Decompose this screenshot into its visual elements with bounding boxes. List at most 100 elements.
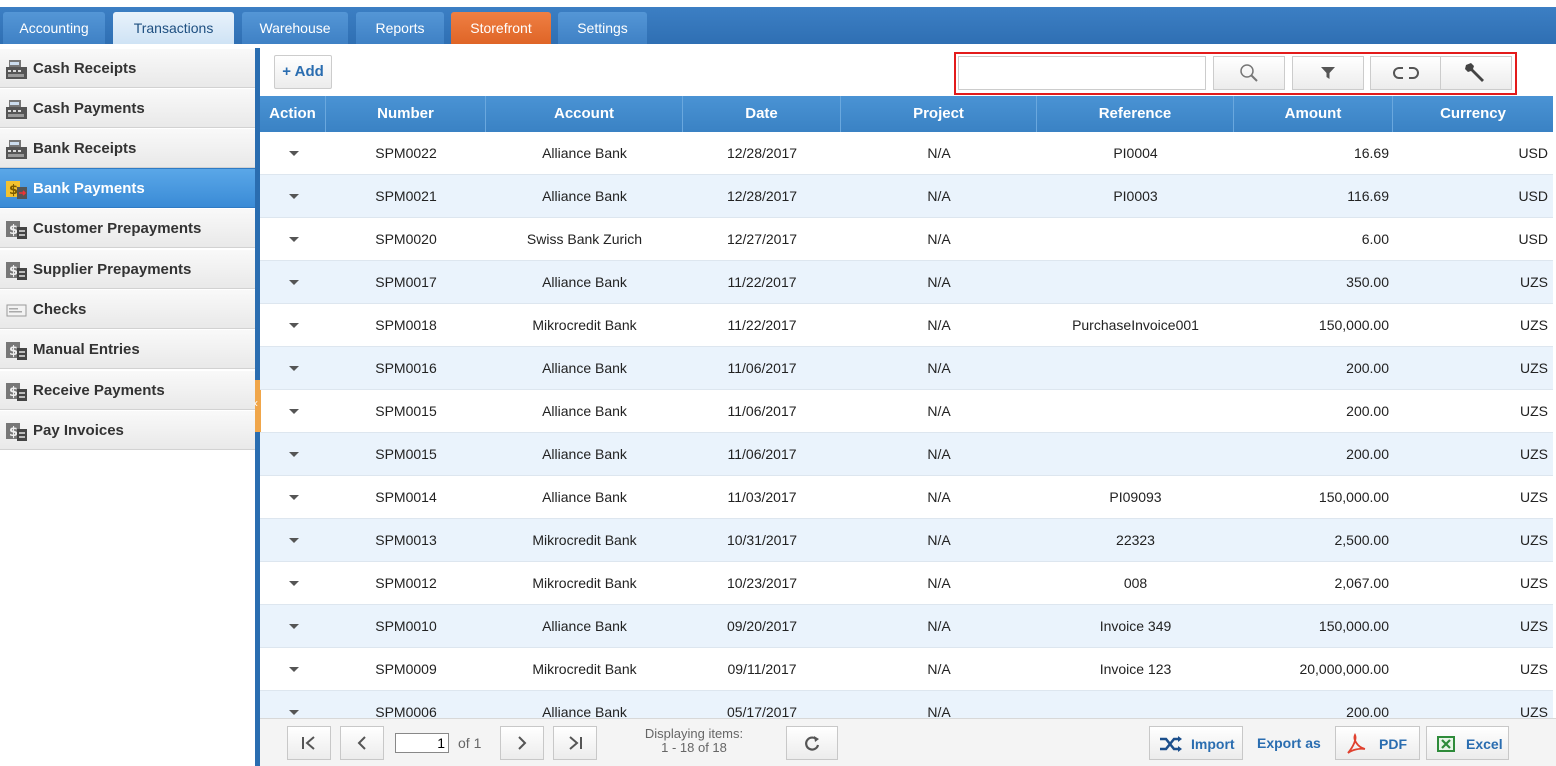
action-cell[interactable] xyxy=(260,691,326,718)
import-button[interactable]: Import xyxy=(1149,726,1243,760)
project-cell: N/A xyxy=(927,360,951,376)
amount-cell: 200.00 xyxy=(1346,403,1389,419)
column-header-currency[interactable]: Currency xyxy=(1393,96,1553,132)
number-cell: SPM0006 xyxy=(375,704,437,718)
next-page-button[interactable] xyxy=(500,726,544,760)
transactions-grid: Action Number Account Date Project Refer… xyxy=(260,96,1553,718)
table-row[interactable]: SPM0016 Alliance Bank 11/06/2017 N/A 200.00 U… xyxy=(260,347,1553,390)
action-dropdown-icon[interactable] xyxy=(289,237,299,242)
table-row[interactable]: SPM0022 Alliance Bank 12/28/2017 N/A PI0004 1… xyxy=(260,132,1553,175)
table-row[interactable]: SPM0010 Alliance Bank 09/20/2017 N/A Invoice… xyxy=(260,605,1553,648)
export-pdf-button[interactable]: PDF xyxy=(1335,726,1420,760)
number-cell: SPM0020 xyxy=(375,231,437,247)
reference-cell xyxy=(1037,261,1234,304)
action-cell[interactable] xyxy=(260,347,326,390)
action-cell[interactable] xyxy=(260,562,326,605)
last-page-button[interactable] xyxy=(553,726,597,760)
sidebar-item-checks[interactable]: Checks xyxy=(0,289,256,329)
number-cell: SPM0016 xyxy=(375,360,437,376)
page-number-input[interactable] xyxy=(395,733,449,753)
number-cell: SPM0009 xyxy=(375,661,437,677)
previous-page-button[interactable] xyxy=(340,726,384,760)
action-cell[interactable] xyxy=(260,476,326,519)
action-dropdown-icon[interactable] xyxy=(289,280,299,285)
action-cell[interactable] xyxy=(260,433,326,476)
action-cell[interactable] xyxy=(260,304,326,347)
action-dropdown-icon[interactable] xyxy=(289,323,299,328)
tab-reports[interactable]: Reports xyxy=(356,12,444,44)
date-cell: 11/06/2017 xyxy=(727,446,797,462)
table-row[interactable]: SPM0009 Mikrocredit Bank 09/11/2017 N/A Invo… xyxy=(260,648,1553,691)
action-dropdown-icon[interactable] xyxy=(289,151,299,156)
action-cell[interactable] xyxy=(260,390,326,433)
table-row[interactable]: SPM0014 Alliance Bank 11/03/2017 N/A PI09093… xyxy=(260,476,1553,519)
sidebar-item-receive-payments[interactable]: $ Receive Payments xyxy=(0,370,256,410)
tab-settings[interactable]: Settings xyxy=(558,12,647,44)
column-header-amount[interactable]: Amount xyxy=(1234,96,1393,132)
action-cell[interactable] xyxy=(260,218,326,261)
action-cell[interactable] xyxy=(260,175,326,218)
column-header-number[interactable]: Number xyxy=(326,96,486,132)
amount-cell: 2,067.00 xyxy=(1334,575,1390,591)
reference-cell: 008 xyxy=(1123,575,1148,591)
sidebar-item-pay-invoices[interactable]: $ Pay Invoices xyxy=(0,410,256,450)
table-row[interactable]: SPM0017 Alliance Bank 11/22/2017 N/A 350.00 U… xyxy=(260,261,1553,304)
money-transfer-icon: $ xyxy=(5,339,28,361)
action-dropdown-icon[interactable] xyxy=(289,495,299,500)
action-dropdown-icon[interactable] xyxy=(289,538,299,543)
sidebar-item-bank-payments[interactable]: $ Bank Payments xyxy=(0,168,256,208)
import-label: Import xyxy=(1191,736,1235,752)
column-header-reference[interactable]: Reference xyxy=(1037,96,1234,132)
first-page-button[interactable] xyxy=(287,726,331,760)
action-cell[interactable] xyxy=(260,648,326,691)
sidebar-item-bank-receipts[interactable]: Bank Receipts xyxy=(0,128,256,168)
action-cell[interactable] xyxy=(260,132,326,175)
number-cell: SPM0013 xyxy=(375,532,437,548)
action-dropdown-icon[interactable] xyxy=(289,624,299,629)
table-row[interactable]: SPM0018 Mikrocredit Bank 11/22/2017 N/A Purc… xyxy=(260,304,1553,347)
money-transfer-icon: $ xyxy=(5,178,28,200)
tab-accounting[interactable]: Accounting xyxy=(3,12,105,44)
sidebar-item-supplier-prepayments[interactable]: $ Supplier Prepayments xyxy=(0,249,256,289)
tab-warehouse[interactable]: Warehouse xyxy=(242,12,348,44)
project-cell: N/A xyxy=(927,145,951,161)
account-cell: Alliance Bank xyxy=(542,360,627,376)
action-cell[interactable] xyxy=(260,519,326,562)
action-dropdown-icon[interactable] xyxy=(289,452,299,457)
sidebar-item-customer-prepayments[interactable]: $ Customer Prepayments xyxy=(0,208,256,248)
refresh-button[interactable] xyxy=(786,726,838,760)
tab-storefront[interactable]: Storefront xyxy=(451,12,551,44)
project-cell: N/A xyxy=(927,274,951,290)
reference-cell: PI09093 xyxy=(1109,489,1162,505)
table-row[interactable]: SPM0021 Alliance Bank 12/28/2017 N/A PI0003 1… xyxy=(260,175,1553,218)
tab-transactions[interactable]: Transactions xyxy=(113,12,234,44)
column-header-project[interactable]: Project xyxy=(841,96,1037,132)
column-header-date[interactable]: Date xyxy=(683,96,841,132)
pdf-icon xyxy=(1345,732,1367,758)
column-header-account[interactable]: Account xyxy=(486,96,683,132)
action-dropdown-icon[interactable] xyxy=(289,409,299,414)
action-dropdown-icon[interactable] xyxy=(289,194,299,199)
amount-cell: 200.00 xyxy=(1346,446,1389,462)
table-row[interactable]: SPM0015 Alliance Bank 11/06/2017 N/A 200.00 U… xyxy=(260,433,1553,476)
table-row[interactable]: SPM0006 Alliance Bank 05/17/2017 N/A 200.00 U… xyxy=(260,691,1553,718)
table-row[interactable]: SPM0013 Mikrocredit Bank 10/31/2017 N/A 2232… xyxy=(260,519,1553,562)
date-cell: 12/28/2017 xyxy=(726,145,798,161)
sidebar-item-cash-receipts[interactable]: Cash Receipts xyxy=(0,48,256,88)
action-cell[interactable] xyxy=(260,261,326,304)
action-dropdown-icon[interactable] xyxy=(289,366,299,371)
action-dropdown-icon[interactable] xyxy=(289,581,299,586)
project-cell: N/A xyxy=(927,489,951,505)
action-dropdown-icon[interactable] xyxy=(289,667,299,672)
export-excel-button[interactable]: Excel xyxy=(1426,726,1509,760)
sidebar-item-cash-payments[interactable]: Cash Payments xyxy=(0,88,256,128)
sidebar-item-manual-entries[interactable]: $ Manual Entries xyxy=(0,329,256,369)
sidebar-item-label: Pay Invoices xyxy=(33,422,124,439)
add-button[interactable]: + Add xyxy=(274,55,332,89)
table-row[interactable]: SPM0015 Alliance Bank 11/06/2017 N/A 200.00 U… xyxy=(260,390,1553,433)
table-row[interactable]: SPM0020 Swiss Bank Zurich 12/27/2017 N/A 6.0… xyxy=(260,218,1553,261)
action-cell[interactable] xyxy=(260,605,326,648)
column-header-action[interactable]: Action xyxy=(260,96,326,132)
action-dropdown-icon[interactable] xyxy=(289,710,299,715)
table-row[interactable]: SPM0012 Mikrocredit Bank 10/23/2017 N/A 008 2… xyxy=(260,562,1553,605)
